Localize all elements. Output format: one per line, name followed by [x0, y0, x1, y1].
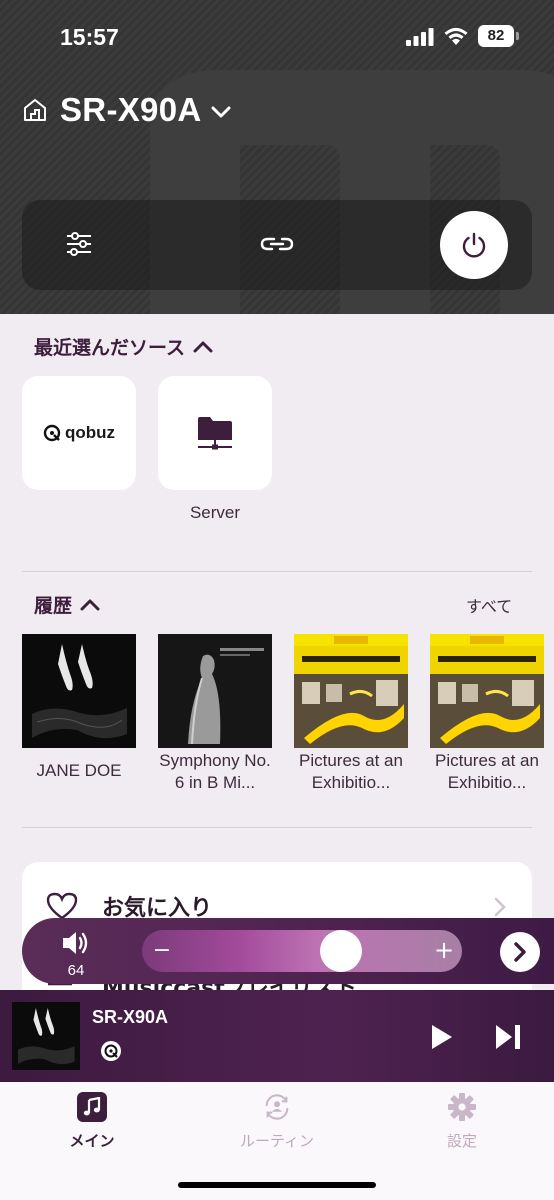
album-art-image: [430, 634, 544, 748]
album-art-image: [158, 634, 272, 748]
album-caption: Pictures at an Exhibitio...: [299, 751, 403, 792]
divider: [22, 571, 532, 572]
power-button[interactable]: [440, 211, 508, 279]
device-selector[interactable]: SR-X90A: [22, 88, 231, 132]
heart-icon: [46, 892, 78, 920]
volume-slider-track[interactable]: [142, 930, 462, 972]
home-icon: [24, 99, 46, 121]
history-title: 履歴: [34, 595, 73, 617]
qobuz-logo: qobuz: [43, 423, 115, 443]
recent-sources-title: 最近選んだソース: [34, 337, 186, 359]
chevron-up-icon: [193, 341, 213, 353]
album-art-image: [12, 1002, 80, 1070]
chevron-down-icon: [211, 106, 231, 118]
mini-player[interactable]: SR-X90A: [0, 990, 554, 1082]
tab-main-label: メイン: [69, 1132, 115, 1150]
chevron-right-icon[interactable]: [494, 897, 506, 917]
volume-down-button[interactable]: −: [152, 938, 172, 963]
album-art-image: [294, 634, 408, 748]
album-art-jane-doe[interactable]: [22, 634, 136, 748]
tab-routine[interactable]: ルーティン: [207, 1092, 347, 1151]
link-icon[interactable]: [260, 233, 294, 255]
device-name: SR-X90A: [60, 91, 202, 128]
qobuz-logo-icon: [43, 424, 61, 442]
status-time: 15:57: [60, 24, 119, 50]
power-icon: [462, 232, 486, 258]
play-icon[interactable]: [430, 1023, 454, 1051]
home-indicator: [178, 1182, 376, 1188]
source-label-server: Server: [189, 503, 241, 522]
volume-bar: 64 − +: [22, 918, 554, 984]
mini-player-album-art: [12, 1002, 80, 1070]
divider: [22, 827, 532, 828]
wifi-icon: [444, 27, 468, 45]
equalizer-icon[interactable]: [66, 232, 92, 256]
volume-value: 64: [67, 962, 85, 979]
tab-settings-label: 設定: [446, 1132, 477, 1150]
tab-main[interactable]: メイン: [22, 1092, 162, 1151]
album-caption: Symphony No. 6 in B Mi...: [159, 751, 271, 792]
tab-settings[interactable]: 設定: [392, 1092, 532, 1151]
see-all-link[interactable]: すべて: [466, 593, 512, 617]
gear-icon: [447, 1092, 477, 1122]
status-bar: 15:57 82: [0, 0, 554, 70]
header: 15:57 82 SR-X90A: [0, 0, 554, 314]
chevron-up-icon: [80, 599, 100, 611]
folder-server-icon: [198, 417, 232, 450]
mini-player-device-name: SR-X90A: [92, 1007, 169, 1027]
album-art-symphony-6[interactable]: [158, 634, 272, 748]
qobuz-source-icon: [101, 1041, 121, 1061]
album-caption: Pictures at an Exhibitio...: [435, 751, 539, 792]
skip-next-icon[interactable]: [494, 1023, 522, 1051]
volume-slider-knob[interactable]: [319, 930, 362, 972]
recent-sources-header[interactable]: 最近選んだソース: [34, 333, 213, 360]
battery-tip: [516, 32, 519, 40]
source-tile-server[interactable]: [158, 376, 272, 490]
history-header[interactable]: 履歴: [34, 591, 100, 618]
album-caption: JANE DOE: [36, 761, 122, 780]
album-art-pictures-exhibition[interactable]: [430, 634, 544, 748]
album-art-pictures-exhibition[interactable]: [294, 634, 408, 748]
control-bar: [22, 200, 532, 290]
music-note-icon: [77, 1092, 107, 1122]
cellular-signal-icon: [406, 28, 434, 46]
qobuz-logo-text: qobuz: [64, 423, 116, 442]
album-art-image: [22, 634, 136, 748]
battery-indicator: 82: [478, 25, 514, 47]
chevron-right-icon: [514, 942, 526, 962]
speaker-volume-icon[interactable]: [60, 928, 90, 958]
volume-up-button[interactable]: +: [432, 936, 456, 964]
expand-button[interactable]: [500, 932, 540, 972]
routine-icon: [262, 1092, 292, 1122]
source-tile-qobuz[interactable]: qobuz: [22, 376, 136, 490]
tab-routine-label: ルーティン: [239, 1132, 315, 1150]
